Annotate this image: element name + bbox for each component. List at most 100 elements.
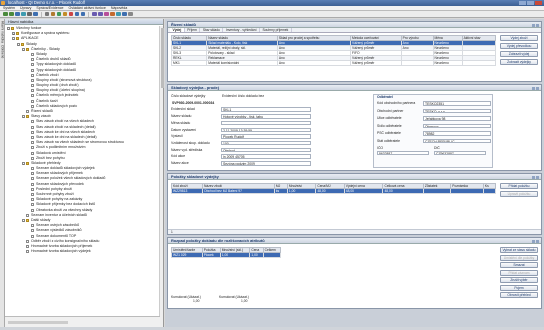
field-value[interactable]: Sezóna podzim 2009 xyxy=(221,161,311,166)
delete-icon[interactable] xyxy=(68,11,73,17)
nav-footer-hscroll[interactable] xyxy=(8,321,68,324)
field-value[interactable]: Obchod xyxy=(221,147,311,153)
collapse-icon[interactable]: - xyxy=(12,37,15,41)
field-value[interactable]: 9632887 xyxy=(377,150,429,156)
calendar-icon[interactable] xyxy=(110,11,115,17)
panel-controls xyxy=(532,23,539,27)
panel-close-icon[interactable] xyxy=(536,23,539,27)
tree-node[interactable]: Hromadné tvorba skladových výdejek xyxy=(5,249,160,254)
field-value[interactable]: TESKO2351 xyxy=(423,101,491,106)
tab-2[interactable]: Příjem xyxy=(185,28,201,32)
mail-icon[interactable] xyxy=(104,11,109,17)
expand-icon[interactable]: + xyxy=(12,32,15,36)
collapse-icon[interactable]: - xyxy=(22,47,25,51)
action-button[interactable]: Zobrazit výdej xyxy=(500,51,538,57)
panel-close-icon[interactable] xyxy=(536,175,539,179)
action-button[interactable]: Přidat položku xyxy=(500,183,538,189)
field-value[interactable]: Evidenční číslo dokladu bez xyxy=(221,94,311,99)
table-row[interactable]: MK1 Materiál komisionální Ano Vážený průměr… xyxy=(170,60,497,66)
field-value[interactable]: SKL1 xyxy=(221,107,311,112)
page-number[interactable]: 1 xyxy=(171,230,173,234)
collapse-icon[interactable]: - xyxy=(7,27,10,31)
back-icon[interactable] xyxy=(3,11,8,17)
items-table: Kód zboží Název zboží MJ Množství Cena/MJ Výd… xyxy=(170,183,497,194)
side-tab-main-menu[interactable]: Hlavní nabídka xyxy=(1,21,5,43)
action-button[interactable]: Umístění dle položky xyxy=(500,254,538,261)
collapse-icon[interactable]: - xyxy=(17,42,20,46)
menu-item[interactable]: Nápověda xyxy=(111,6,127,10)
maximize-button[interactable] xyxy=(527,1,534,5)
panel-minimize-icon[interactable] xyxy=(532,23,535,27)
export-icon[interactable] xyxy=(92,11,97,17)
save-icon[interactable] xyxy=(33,11,38,17)
field-value[interactable]: TESKO, s.r.o. xyxy=(423,108,491,114)
menu-item[interactable]: Správa/Evidence xyxy=(36,6,63,10)
action-button[interactable]: Upravit položku xyxy=(500,191,538,197)
side-tab-favorites[interactable]: Oblíbené xyxy=(1,45,5,58)
document-icon xyxy=(31,187,35,191)
field-value[interactable]: SVP930-2009-0001-000034 xyxy=(171,101,231,106)
import-icon[interactable] xyxy=(98,11,103,17)
panel-minimize-icon[interactable] xyxy=(532,86,535,90)
menu-item[interactable]: Systém xyxy=(3,6,15,10)
filter-icon[interactable] xyxy=(50,11,55,17)
copy-icon[interactable] xyxy=(74,11,79,17)
collapse-icon[interactable]: - xyxy=(22,115,25,119)
field-value[interactable]: ln 2009 45705 xyxy=(221,154,311,159)
action-button[interactable]: Zrušit výběr xyxy=(500,277,538,283)
chart-icon[interactable] xyxy=(116,11,121,17)
action-button[interactable]: Obnovit přehled xyxy=(500,292,538,298)
table-row[interactable]: WZ1 029 Plocek 1,00 1,00 xyxy=(171,252,282,258)
field-value[interactable] xyxy=(221,120,311,126)
navigation-panel: Hlavní nabídka - Všechny funkce + Konfigura… xyxy=(5,19,164,330)
tab-5[interactable]: Souhrny příjemek xyxy=(260,28,292,32)
document-icon xyxy=(31,156,35,160)
tab-3[interactable]: Stav skladu xyxy=(200,28,224,32)
close-button[interactable] xyxy=(535,1,542,5)
panel-minimize-icon[interactable] xyxy=(532,175,535,179)
field-value[interactable]: CZECH REPUBLIC xyxy=(423,138,491,144)
help-icon[interactable] xyxy=(122,11,127,17)
field-value[interactable]: Jeřabkova 98 xyxy=(423,116,491,121)
field-value[interactable]: Olomouc xyxy=(423,123,491,129)
table-row[interactable]: WZ29813 Obchod bez MJ Balení 97 ks 1,00 48,0… xyxy=(170,188,497,194)
minimize-button[interactable] xyxy=(519,1,526,5)
collapse-icon[interactable]: - xyxy=(22,219,25,223)
menu-item[interactable]: Ovládání aktivní funkce xyxy=(69,6,106,10)
nav-scroll-thumb[interactable] xyxy=(160,28,164,88)
new-icon[interactable] xyxy=(56,11,61,17)
edit-icon[interactable] xyxy=(62,11,67,17)
field-value[interactable]: CZ9632887 xyxy=(434,150,486,156)
refresh-icon[interactable] xyxy=(21,11,26,17)
print-icon[interactable] xyxy=(27,11,32,17)
nav-scrollbar[interactable] xyxy=(159,26,164,330)
action-button[interactable]: Přidat záznam xyxy=(500,269,538,276)
panel-close-icon[interactable] xyxy=(536,86,539,90)
action-button[interactable]: Výdej převodkou xyxy=(500,43,538,49)
tab-4[interactable]: Inventury - vyhledání xyxy=(223,28,260,32)
menu-item[interactable]: Úpravy xyxy=(20,6,31,10)
action-button[interactable]: Zobrazit výdejky xyxy=(500,59,538,65)
tab-1[interactable]: Výdej xyxy=(170,28,185,32)
field-value[interactable]: 2.11.2009 13:39:59 xyxy=(221,127,311,133)
action-button[interactable]: Pojem xyxy=(500,284,538,291)
home-icon[interactable] xyxy=(15,11,20,17)
collapse-icon[interactable]: - xyxy=(22,161,25,165)
field-value[interactable]: Hotové výrobky - tisk, tabu xyxy=(221,114,311,119)
action-button[interactable]: Vybrat ze stavu skladu xyxy=(500,247,538,253)
settings-icon[interactable] xyxy=(128,11,133,17)
forward-icon[interactable] xyxy=(9,11,14,17)
action-button[interactable]: Výdej zboží xyxy=(500,35,538,41)
paste-icon[interactable] xyxy=(80,11,85,17)
search-icon[interactable] xyxy=(44,11,49,17)
field-value[interactable]: 78982 xyxy=(423,131,491,136)
toolbar-separator xyxy=(88,11,89,17)
panel-controls xyxy=(532,86,539,90)
field-value[interactable]: 100 xyxy=(221,140,311,146)
field-label: Měna skladu xyxy=(171,120,191,125)
issue-document-title: Skladový výdejka - prodej xyxy=(168,85,541,91)
panel-close-icon[interactable] xyxy=(536,239,539,243)
panel-minimize-icon[interactable] xyxy=(532,239,535,243)
field-value[interactable]: Plocek Rudolf xyxy=(221,134,311,139)
action-button[interactable]: Smazat xyxy=(500,262,538,268)
